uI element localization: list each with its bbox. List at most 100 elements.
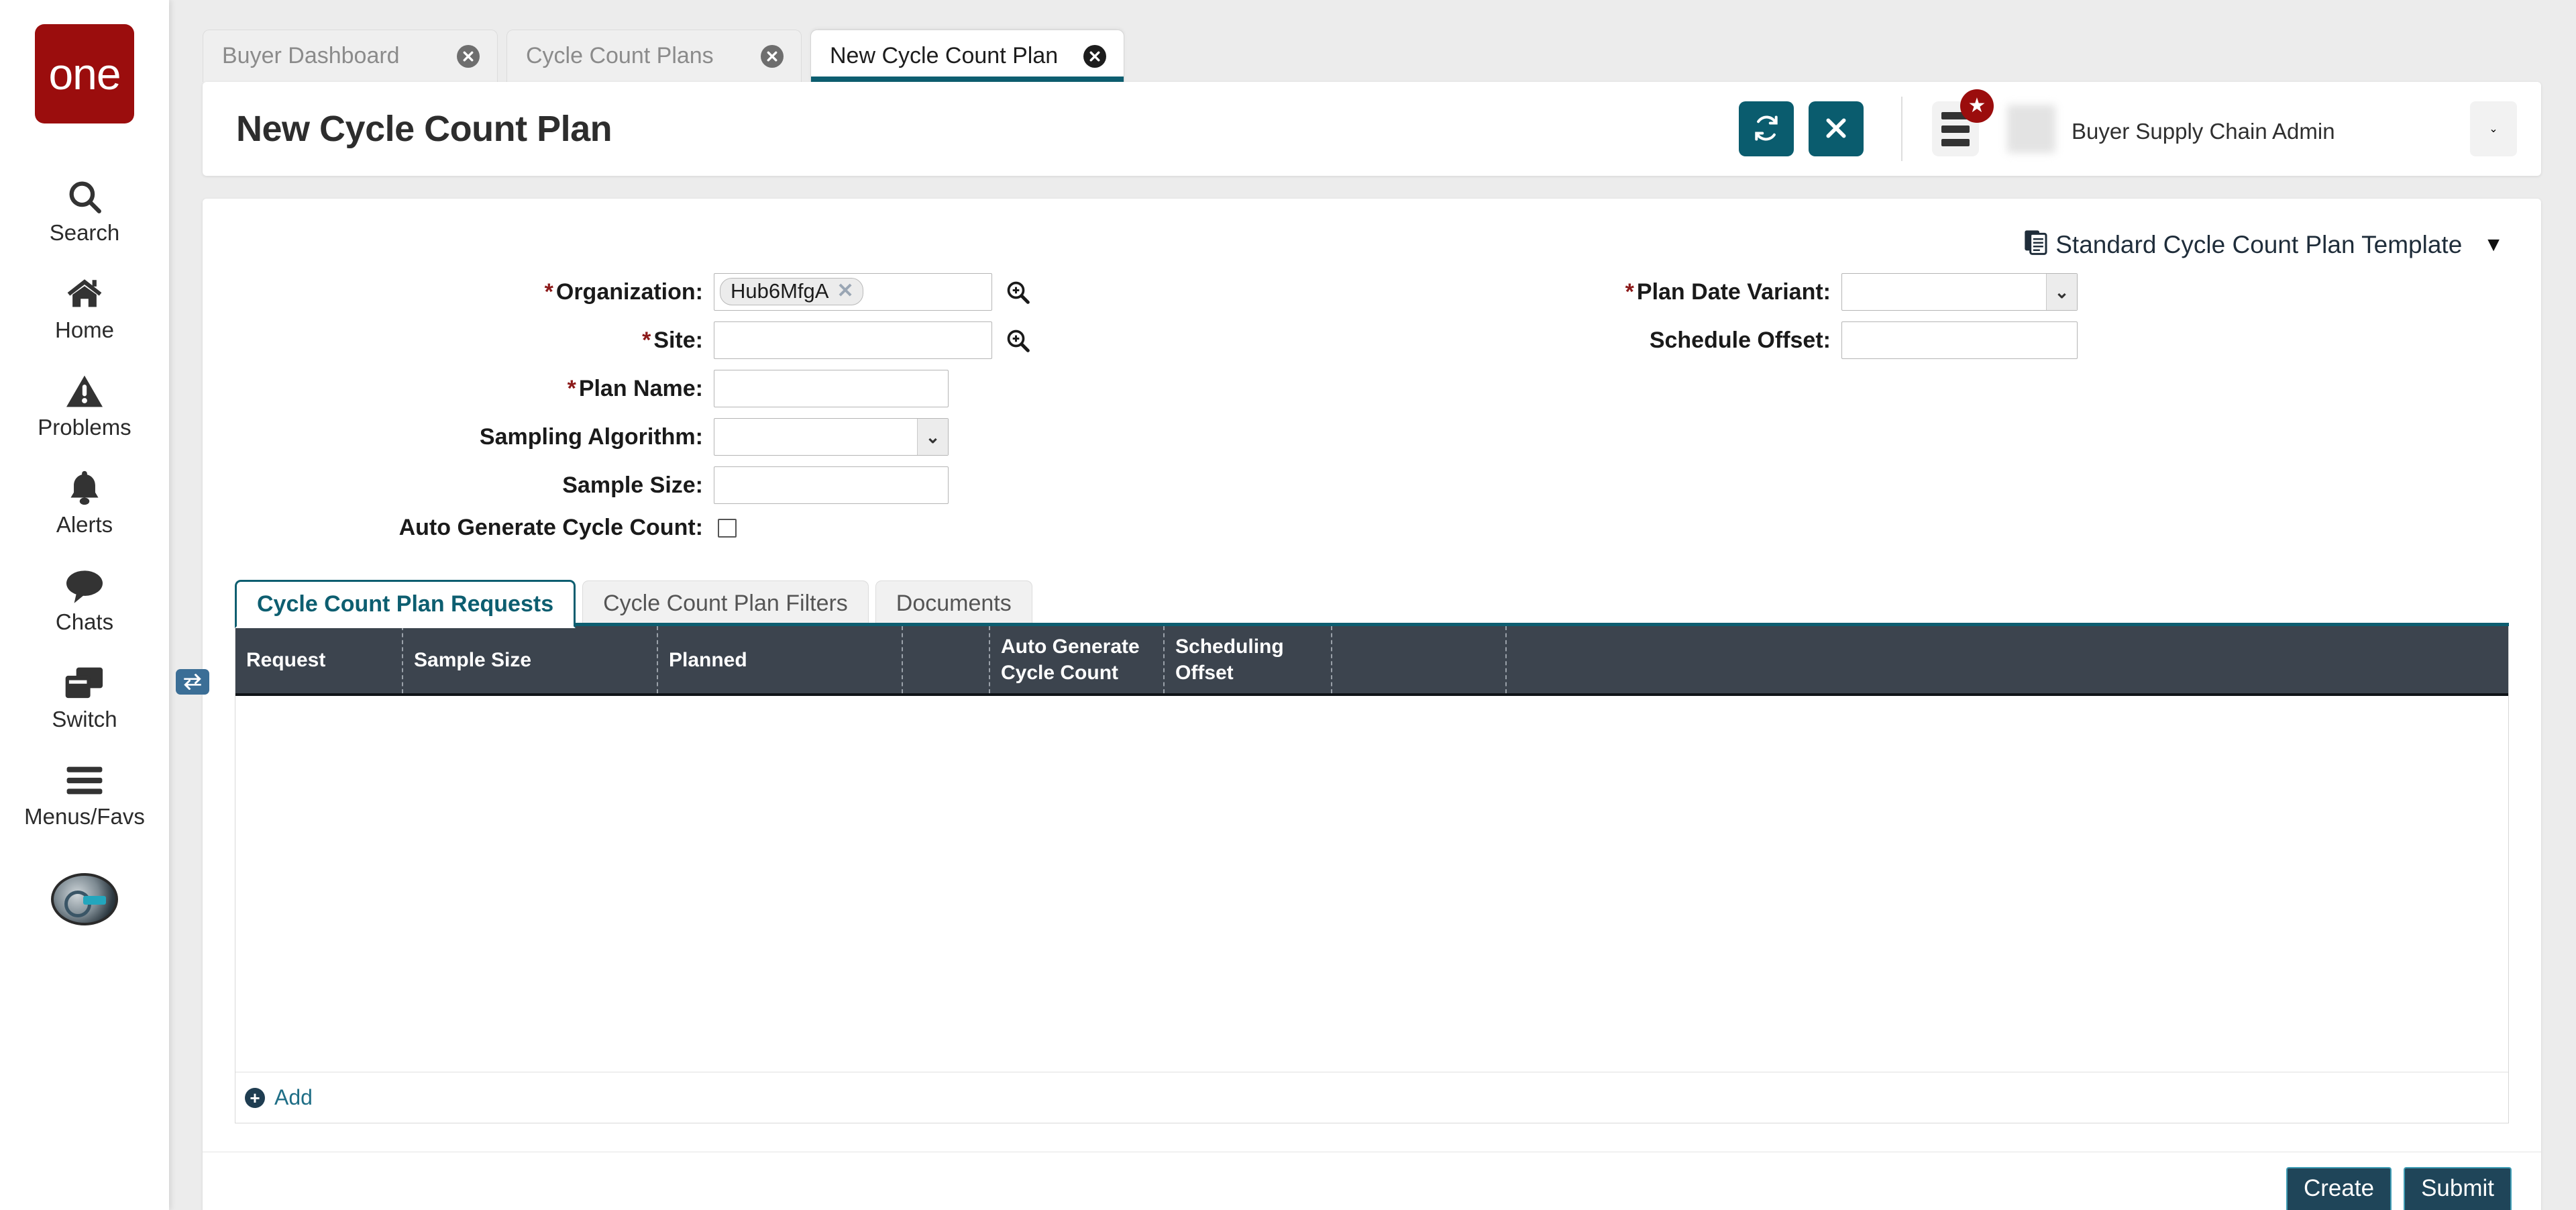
home-icon xyxy=(64,273,105,315)
refresh-button[interactable] xyxy=(1739,101,1794,156)
tab-cycle-count-plan-filters[interactable]: Cycle Count Plan Filters xyxy=(582,581,869,626)
chevron-down-icon: ⌄ xyxy=(2046,274,2077,310)
hamburger-menu-icon xyxy=(1941,139,1970,146)
sidebar-item-home[interactable]: Home xyxy=(0,258,169,356)
grid-add-row: + Add xyxy=(235,1072,2508,1123)
chip-label: Hub6MfgA xyxy=(731,281,828,301)
tab-label: Cycle Count Plan Filters xyxy=(603,591,848,617)
header-divider xyxy=(1901,97,1902,161)
sidebar-item-label: Problems xyxy=(38,416,131,438)
sidebar-item-label: Chats xyxy=(56,611,113,633)
tab-documents[interactable]: Documents xyxy=(875,581,1032,626)
hamburger-menu-icon xyxy=(1941,125,1970,133)
bell-icon xyxy=(66,468,103,509)
chevron-down-icon[interactable]: ▼ xyxy=(2483,234,2504,256)
required-asterisk: * xyxy=(1625,279,1634,305)
document-template-icon xyxy=(2023,228,2049,261)
field-row-organization: *Organization: Hub6MfgA ✕ xyxy=(203,273,1372,311)
sidebar-item-menus-favs[interactable]: Menus/Favs xyxy=(0,745,169,842)
organization-label: *Organization: xyxy=(203,279,714,305)
column-header-sample-size[interactable]: Sample Size xyxy=(403,626,658,693)
plan-name-input[interactable] xyxy=(714,370,949,407)
tab-label: Cycle Count Plan Requests xyxy=(257,591,553,617)
sidebar-item-switch[interactable]: Switch xyxy=(0,648,169,745)
sample-size-input[interactable] xyxy=(714,466,949,504)
field-row-site: *Site: xyxy=(203,321,1372,359)
add-button[interactable]: + Add xyxy=(245,1085,313,1110)
refresh-icon xyxy=(1752,114,1780,144)
column-header-auto-generate-cycle-count[interactable]: Auto Generate Cycle Count xyxy=(990,626,1165,693)
label-text: Site xyxy=(653,327,695,353)
warning-triangle-icon xyxy=(64,370,105,412)
browser-tab-label: Cycle Count Plans xyxy=(526,43,714,69)
required-asterisk: * xyxy=(642,327,651,353)
template-row: Standard Cycle Count Plan Template ▼ xyxy=(203,199,2541,261)
submit-button[interactable]: Submit xyxy=(2404,1167,2512,1210)
user-profile[interactable]: Buyer Supply Chain Admin ⌄ xyxy=(2007,92,2517,166)
close-icon[interactable] xyxy=(1083,45,1106,68)
organization-input[interactable]: Hub6MfgA ✕ xyxy=(714,273,992,311)
close-page-button[interactable] xyxy=(1809,101,1864,156)
sidebar-item-label: Home xyxy=(55,319,114,341)
application-root: one Search Home xyxy=(0,0,2576,1210)
auto-generate-cycle-count-checkbox[interactable] xyxy=(718,519,737,538)
browser-tab-cycle-count-plans[interactable]: Cycle Count Plans xyxy=(506,30,802,82)
close-icon[interactable] xyxy=(457,45,480,68)
column-header-scheduling-offset[interactable]: Scheduling Offset xyxy=(1165,626,1332,693)
field-row-plan-date-variant: *Plan Date Variant: ⌄ xyxy=(1372,273,2541,311)
close-icon[interactable] xyxy=(761,45,784,68)
plus-circle-icon: + xyxy=(245,1088,265,1108)
favorites-menu-button[interactable]: ★ xyxy=(1932,101,1979,156)
field-row-sampling-algorithm: Sampling Algorithm: ⌄ xyxy=(203,418,1372,456)
plan-date-variant-select[interactable]: ⌄ xyxy=(1841,273,2078,311)
user-email xyxy=(2072,147,2447,166)
page-header: New Cycle Count Plan xyxy=(203,82,2541,176)
column-header-request[interactable]: Request xyxy=(235,626,403,693)
chip-remove-icon[interactable]: ✕ xyxy=(837,281,853,301)
app-logo-text: one xyxy=(48,52,120,96)
browser-tab-new-cycle-count-plan[interactable]: New Cycle Count Plan xyxy=(810,30,1124,82)
schedule-offset-label: Schedule Offset: xyxy=(1372,327,1841,354)
sample-size-label: Sample Size: xyxy=(203,472,714,499)
chevron-down-icon[interactable]: ⌄ xyxy=(2470,101,2517,156)
user-role: Buyer Supply Chain Admin xyxy=(2072,119,2447,144)
field-row-auto-generate-cycle-count: Auto Generate Cycle Count: xyxy=(203,515,1372,541)
sidebar-item-problems[interactable]: Problems xyxy=(0,356,169,453)
label-text: Plan Name xyxy=(579,376,696,401)
template-selector[interactable]: Standard Cycle Count Plan Template ▼ xyxy=(2023,228,2504,261)
main-area: Buyer Dashboard Cycle Count Plans New Cy… xyxy=(169,0,2576,1210)
site-lookup-icon[interactable] xyxy=(1004,327,1031,354)
tabs-underline xyxy=(235,623,2509,626)
sampling-algorithm-select[interactable]: ⌄ xyxy=(714,418,949,456)
browser-tab-buyer-dashboard[interactable]: Buyer Dashboard xyxy=(203,30,498,82)
sidebar-item-chats[interactable]: Chats xyxy=(0,550,169,648)
app-logo[interactable]: one xyxy=(35,24,134,123)
assistant-avatar[interactable] xyxy=(51,873,118,925)
browser-tab-strip: Buyer Dashboard Cycle Count Plans New Cy… xyxy=(169,0,2576,82)
tab-label: Documents xyxy=(896,591,1012,617)
switch-toggle-badge[interactable] xyxy=(176,669,209,695)
user-text: Buyer Supply Chain Admin xyxy=(2072,92,2447,166)
field-row-sample-size: Sample Size: xyxy=(203,466,1372,504)
sidebar-item-alerts[interactable]: Alerts xyxy=(0,453,169,550)
organization-lookup-icon[interactable] xyxy=(1004,279,1031,305)
sidebar-item-label: Switch xyxy=(52,708,117,730)
chat-bubble-icon xyxy=(64,565,105,607)
column-header-planned[interactable]: Planned xyxy=(658,626,903,693)
sidebar-item-search[interactable]: Search xyxy=(0,161,169,258)
plan-name-label: *Plan Name: xyxy=(203,376,714,402)
schedule-offset-input[interactable] xyxy=(1841,321,2078,359)
label-text: Schedule Offset xyxy=(1650,327,1823,353)
create-button[interactable]: Create xyxy=(2286,1167,2392,1210)
column-header-spacer-1 xyxy=(903,626,990,693)
label-text: Organization xyxy=(556,279,696,305)
form-column-left: *Organization: Hub6MfgA ✕ xyxy=(203,273,1372,552)
organization-chip[interactable]: Hub6MfgA ✕ xyxy=(720,278,863,305)
column-header-spacer-3 xyxy=(1507,626,2508,693)
browser-tab-label: New Cycle Count Plan xyxy=(830,43,1058,69)
tab-cycle-count-plan-requests[interactable]: Cycle Count Plan Requests xyxy=(235,580,576,628)
form-panel: Standard Cycle Count Plan Template ▼ *Or… xyxy=(203,199,2541,1210)
column-header-spacer-2 xyxy=(1332,626,1507,693)
site-input[interactable] xyxy=(714,321,992,359)
add-label: Add xyxy=(274,1085,313,1110)
